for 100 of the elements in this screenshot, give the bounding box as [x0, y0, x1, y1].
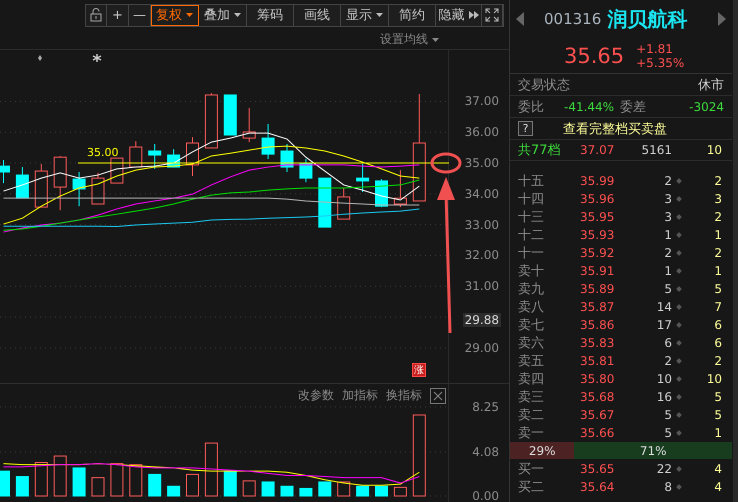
close-button[interactable]	[430, 388, 446, 404]
price-cell-text: 35.92	[580, 246, 616, 260]
price-cell-text: 35.81	[580, 354, 616, 368]
candle	[129, 140, 142, 168]
price-cell-text: 35.95	[580, 210, 616, 224]
volume-bar	[224, 470, 237, 496]
candle	[318, 178, 332, 228]
volume-cell-text: 10	[656, 372, 672, 386]
caret-icon	[186, 13, 193, 17]
volume-cell-text: 3	[663, 210, 672, 224]
volume-bar	[129, 464, 142, 496]
indicator-action[interactable]: 加指标	[342, 387, 378, 404]
level-label: 卖五	[518, 353, 545, 370]
buy-share-label: 71%	[638, 444, 668, 458]
full-book-link[interactable]: 查看完整档买卖盘	[563, 120, 667, 138]
volume-bar	[280, 486, 294, 496]
ratio-label: 委比	[518, 98, 544, 116]
level-label: 卖七	[518, 317, 545, 334]
candle	[72, 171, 86, 207]
volume-cell-text: 17	[656, 318, 672, 332]
level-label: 十三	[518, 209, 545, 226]
order-count-cell-text: 4	[713, 480, 722, 494]
volume-bar	[262, 481, 275, 496]
price-line-label: 35.00	[87, 146, 118, 160]
limit-up-badge: 涨	[412, 363, 426, 377]
volume-bar	[0, 470, 10, 496]
candle	[148, 143, 162, 170]
order-count-cell-text: 5	[713, 390, 722, 404]
volume-bar	[299, 488, 312, 496]
previous-icon[interactable]	[516, 12, 524, 26]
fullscreen-button[interactable]	[482, 4, 503, 26]
order-count-cell-text: 5	[713, 282, 722, 296]
next-icon[interactable]	[718, 12, 726, 26]
ma-settings-button[interactable]: 设置均线	[380, 31, 439, 48]
indicator-action[interactable]: 改参数	[298, 387, 334, 404]
candle	[204, 92, 218, 148]
axis-label: 37.00	[464, 94, 500, 108]
caret-icon	[376, 13, 383, 17]
axis-label: 29.00	[464, 340, 500, 355]
close-icon	[433, 390, 443, 400]
toolbar-button[interactable]: 复权	[151, 4, 199, 26]
status-label: 交易状态	[518, 76, 570, 94]
level-label: 十四	[518, 191, 545, 208]
price-cell-text: 35.86	[580, 318, 616, 332]
toolbar-button[interactable]: —	[129, 4, 151, 26]
level-label: 十二	[518, 227, 545, 244]
level-label: 卖四	[518, 371, 545, 388]
order-count-cell-text: 1	[713, 228, 722, 242]
axis-label: 32.00	[464, 248, 500, 262]
volume-cell-text: 1	[663, 228, 672, 242]
volume-cell-text: 6	[663, 336, 672, 350]
axis-label: 0.00	[471, 489, 500, 502]
volume-cell-text: 3	[663, 192, 672, 206]
fullscreen-icon	[485, 8, 499, 22]
depth-count: 共77档	[518, 142, 562, 159]
caret-icon	[234, 13, 241, 17]
volume-cell-text: 5	[663, 426, 672, 440]
indicator-action[interactable]: 换指标	[386, 387, 422, 404]
order-count-cell-text: 2	[713, 354, 722, 368]
order-count-cell-text: 6	[713, 318, 722, 332]
volume-bar	[148, 474, 162, 496]
volume-cell-text: 5	[663, 408, 672, 422]
price-cell-text: 35.64	[580, 480, 616, 494]
volume-cell-text: 1	[663, 264, 672, 278]
axis-label: 35.00	[464, 156, 500, 170]
candle	[242, 107, 256, 143]
order-count-cell-text: 1	[713, 426, 722, 440]
order-count-cell-text: 2	[713, 174, 722, 188]
volume-bar	[167, 486, 180, 496]
candle	[262, 123, 275, 160]
price-cell-text: 35.68	[580, 390, 616, 404]
level-label: 买二	[518, 479, 545, 496]
axis-label: 34.00	[464, 186, 500, 201]
toolbar-button[interactable]: 画线	[294, 4, 341, 26]
price-cell-text: 35.91	[580, 264, 616, 278]
help-button[interactable]: ?	[518, 121, 533, 136]
volume-bar	[204, 442, 218, 496]
toolbar-button[interactable]: 显示	[341, 4, 389, 26]
volume-cell-text: 2	[663, 246, 672, 260]
price-change: +1.81	[636, 42, 674, 56]
axis-label: 36.00	[464, 125, 500, 140]
sell-share-label: 29%	[528, 444, 556, 458]
volume-bar	[110, 463, 124, 496]
level-label: 卖十	[518, 263, 545, 280]
candle	[92, 172, 104, 205]
toolbar-button[interactable]: 筹码	[247, 4, 294, 26]
toolbar-button[interactable]: 叠加	[199, 4, 247, 26]
candle	[0, 159, 10, 184]
toolbar-button[interactable]: 隐藏	[436, 4, 482, 26]
order-count-cell-text: 6	[713, 336, 722, 350]
toolbar-button[interactable]: +	[107, 4, 129, 26]
order-count-cell-text: 2	[713, 246, 722, 260]
price-cell-text: 35.65	[580, 462, 616, 476]
current-price-label: 29.88	[462, 312, 501, 327]
scrollbar[interactable]	[733, 0, 738, 502]
volume-cell-text: 2	[663, 174, 672, 188]
lock-button[interactable]	[86, 4, 107, 26]
order-count-cell-text: 1	[713, 264, 722, 278]
candle	[224, 94, 237, 136]
toolbar-button[interactable]: 简约	[389, 4, 436, 26]
